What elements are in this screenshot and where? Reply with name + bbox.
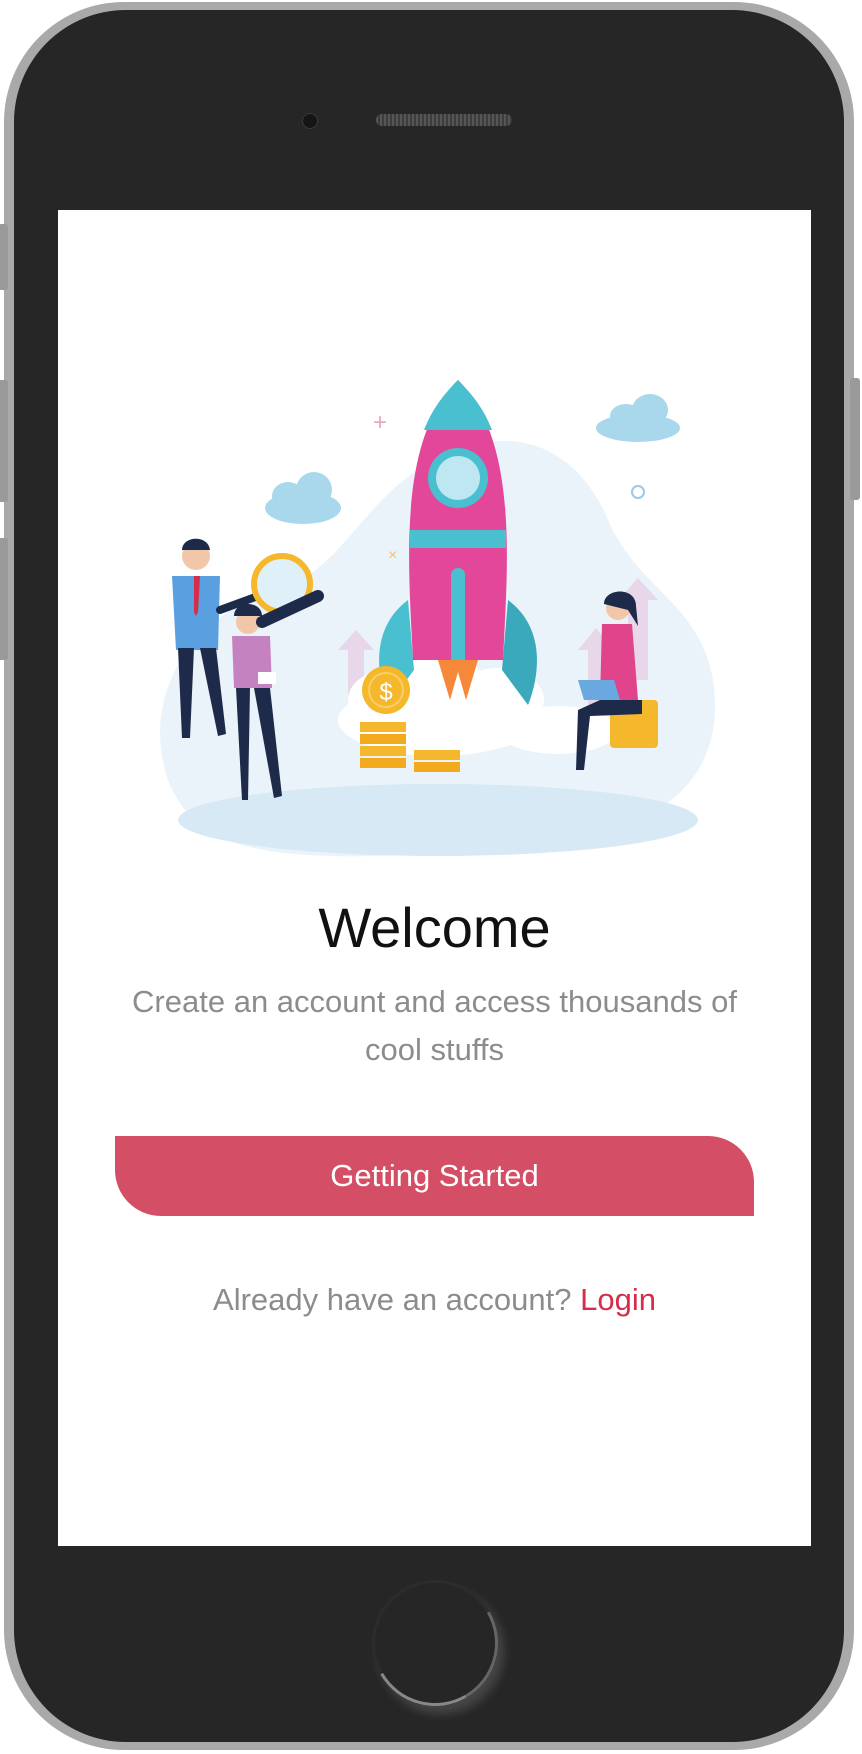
app-screen: + × $ Welcome Create an account and acce… <box>58 210 811 1546</box>
welcome-title: Welcome <box>318 896 551 959</box>
ring-sparkle-icon <box>631 485 645 499</box>
phone-frame: + × $ Welcome Create an account and acce… <box>0 2 860 1750</box>
svg-text:$: $ <box>379 679 392 706</box>
login-link[interactable]: Login <box>580 1282 656 1317</box>
volume-down-button <box>0 538 8 660</box>
earpiece-speaker <box>376 114 512 126</box>
mute-switch <box>0 224 8 290</box>
getting-started-button[interactable]: Getting Started <box>115 1136 754 1216</box>
login-prompt-row: Already have an account? Login <box>58 1282 811 1318</box>
power-button <box>850 378 860 500</box>
cloud-right-icon <box>596 394 680 442</box>
welcome-subtitle: Create an account and access thousands o… <box>132 984 737 1067</box>
front-camera <box>302 113 318 129</box>
login-prompt-text: Already have an account? <box>213 1282 572 1317</box>
x-sparkle-icon: × <box>388 547 397 564</box>
home-button[interactable] <box>357 1565 513 1721</box>
plus-sparkle-icon: + <box>373 409 387 436</box>
volume-up-button <box>0 380 8 502</box>
cloud-left-icon <box>265 472 341 524</box>
ground-shadow <box>178 784 698 856</box>
rocket-launch-illustration: + × $ <box>160 380 716 857</box>
dollar-coin-icon: $ <box>362 666 410 714</box>
